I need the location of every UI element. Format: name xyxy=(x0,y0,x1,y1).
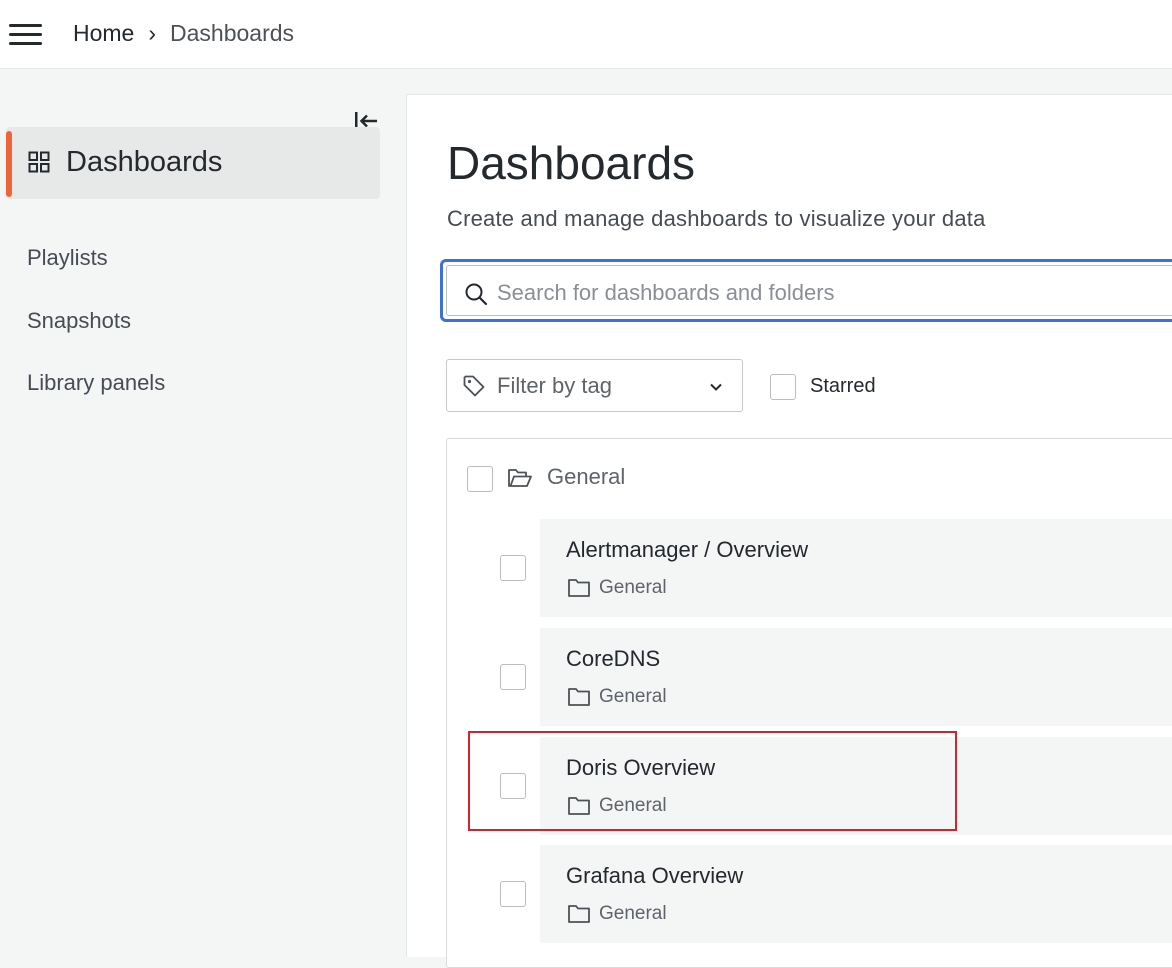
sidebar-item-dashboards[interactable]: Dashboards xyxy=(6,127,380,199)
starred-checkbox[interactable] xyxy=(770,374,796,400)
dashboard-row[interactable]: CoreDNS General xyxy=(540,628,1172,726)
breadcrumb-home-link[interactable]: Home xyxy=(73,20,134,47)
folder-icon xyxy=(567,903,591,924)
folder-icon xyxy=(567,795,591,816)
folder-name[interactable]: General xyxy=(547,464,625,490)
chevron-down-icon xyxy=(709,380,723,394)
breadcrumb: Home › Dashboards xyxy=(73,20,294,47)
folder-icon xyxy=(567,686,591,707)
page-subtitle: Create and manage dashboards to visualiz… xyxy=(447,206,986,231)
search-icon xyxy=(464,282,488,306)
tag-icon xyxy=(462,374,486,398)
hamburger-icon[interactable] xyxy=(9,24,43,46)
dashboard-title[interactable]: Grafana Overview xyxy=(566,863,743,889)
dashboard-folder-label: General xyxy=(599,686,667,707)
dashboard-checkbox[interactable] xyxy=(500,664,526,690)
dashboard-checkbox[interactable] xyxy=(500,773,526,799)
grid-icon xyxy=(28,151,50,173)
starred-label: Starred xyxy=(810,375,876,397)
dashboard-folder-label: General xyxy=(599,795,667,816)
folder-checkbox[interactable] xyxy=(467,466,493,492)
active-indicator xyxy=(6,131,12,197)
sidebar xyxy=(0,69,406,957)
dashboard-row[interactable]: Doris Overview General xyxy=(540,737,1172,835)
page-title: Dashboards xyxy=(447,137,696,189)
sidebar-item-library-panels[interactable]: Library panels xyxy=(27,370,165,396)
sidebar-item-snapshots[interactable]: Snapshots xyxy=(27,308,131,334)
tag-filter-dropdown[interactable]: Filter by tag xyxy=(446,359,743,412)
dashboard-title[interactable]: CoreDNS xyxy=(566,646,660,672)
top-bar: Home › Dashboards xyxy=(0,0,1172,69)
search-input[interactable] xyxy=(497,272,1157,314)
dashboard-row[interactable]: Grafana Overview General xyxy=(540,845,1172,943)
sidebar-item-label: Dashboards xyxy=(66,146,223,178)
dashboard-checkbox[interactable] xyxy=(500,555,526,581)
dashboard-row[interactable]: Alertmanager / Overview General xyxy=(540,519,1172,617)
folder-open-icon xyxy=(507,467,533,489)
sidebar-item-playlists[interactable]: Playlists xyxy=(27,245,108,271)
dashboard-checkbox[interactable] xyxy=(500,881,526,907)
folder-icon xyxy=(567,577,591,598)
breadcrumb-separator: › xyxy=(148,20,157,46)
breadcrumb-current: Dashboards xyxy=(170,20,295,46)
tag-filter-label: Filter by tag xyxy=(497,373,612,398)
dashboard-title[interactable]: Doris Overview xyxy=(566,755,715,781)
dashboard-title[interactable]: Alertmanager / Overview xyxy=(566,537,808,563)
dashboard-folder-label: General xyxy=(599,903,667,924)
search-box xyxy=(440,259,1172,322)
dashboard-folder-label: General xyxy=(599,577,667,598)
